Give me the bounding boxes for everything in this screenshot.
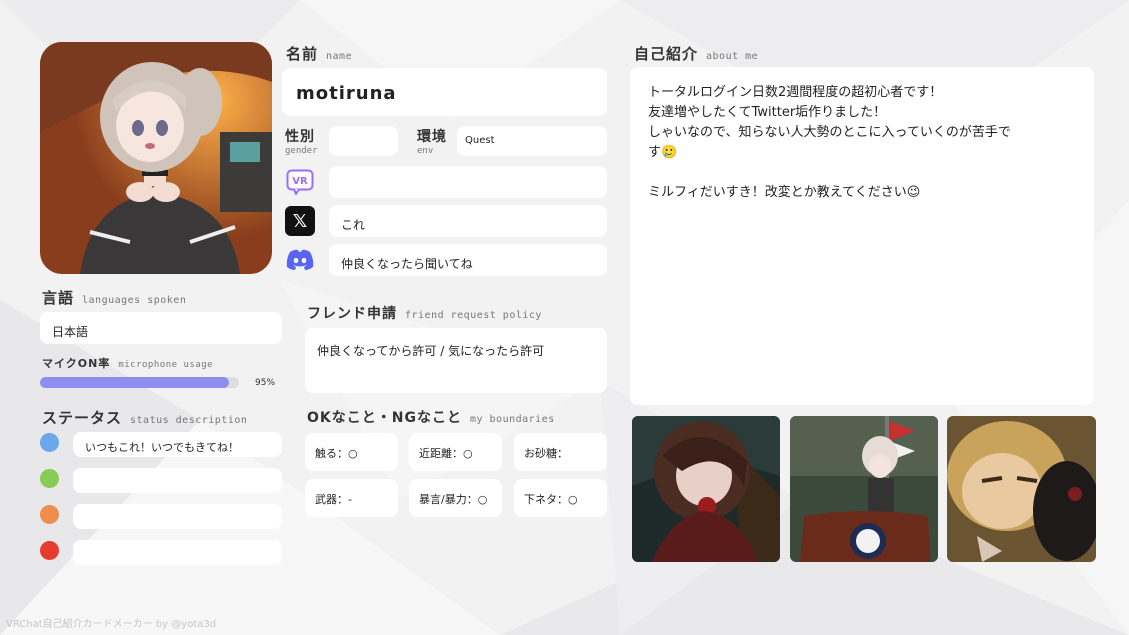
about-field: トータルログイン日数2週間程度の超初心者です！ 友達増やしたくてTwitter垢作… [630,67,1094,405]
status-item: いつもこれ！いつでもきてね！ [73,432,282,457]
languages-value: 日本語 [52,325,89,339]
about-text: トータルログイン日数2週間程度の超初心者です！ 友達増やしたくてTwitter垢作… [648,83,1076,203]
name-field: motiruna [282,68,607,116]
about-line: しゃいなので、知らない人大勢のとこに入っていくのが苦手で [648,125,1011,140]
mic-bar-track [40,377,239,388]
discord-icon [284,245,316,275]
photo-3 [947,416,1096,562]
status-dot [40,505,59,524]
status-item [73,504,282,529]
boundary-item: 触る：○ [305,433,398,471]
x-icon: 𝕏 [285,206,315,236]
x-value: これ [341,218,366,232]
status-label: ステータス status description [42,409,248,427]
vr-icon: VR [285,167,315,197]
status-dot [40,541,59,560]
boundary-item: 下ネタ：○ [514,479,607,517]
photo-1 [632,416,780,562]
languages-label: 言語 languages spoken [42,289,187,307]
gender-field [329,126,398,156]
env-value: Quest [465,135,495,146]
boundary-item: 暴言/暴力：○ [409,479,502,517]
discord-value: 仲良くなったら聞いてね [341,257,473,271]
boundary-item: 近距離：○ [409,433,502,471]
status-dot [40,469,59,488]
about-line: トータルログイン日数2週間程度の超初心者です！ [648,85,943,100]
status-item [73,540,282,565]
footer-credit: VRChat自己紹介カードメーカー by @yota3d [6,619,217,630]
vr-field [329,166,607,198]
languages-field: 日本語 [40,312,282,344]
env-label: 環境 env [417,129,447,156]
env-field: Quest [457,126,607,156]
avatar-photo [40,42,272,274]
friend-field: 仲良くなってから許可 / 気になったら許可 [305,328,607,393]
boundary-item: お砂糖： [514,433,607,471]
boundary-item: 武器：- [305,479,398,517]
status-dot [40,433,59,452]
boundaries-label: OKなこと・NGなこと my boundaries [307,410,555,426]
name-label: 名前 name [286,45,353,63]
discord-field: 仲良くなったら聞いてね [329,244,607,276]
about-line: 友達増やしたくてTwitter垢作りました！ [648,105,887,120]
x-field: これ [329,205,607,237]
friend-value: 仲良くなってから許可 / 気になったら許可 [317,344,545,358]
status-item [73,468,282,493]
mic-percent: 95% [255,378,276,388]
about-line: ミルフィだいすき！改変とか教えてください😉 [648,185,921,200]
mic-label: マイクON率 microphone usage [42,357,214,370]
avatar-illustration [40,42,272,274]
about-line: す🥲 [648,145,678,160]
about-line [648,163,1076,183]
about-label: 自己紹介 about me [634,45,759,63]
mic-bar-fill [40,377,230,388]
svg-text:VR: VR [292,176,308,187]
friend-label: フレンド申請 friend request policy [307,306,542,322]
name-value: motiruna [296,83,397,104]
photo-2 [790,416,938,562]
gender-label: 性別 gender [285,129,318,156]
